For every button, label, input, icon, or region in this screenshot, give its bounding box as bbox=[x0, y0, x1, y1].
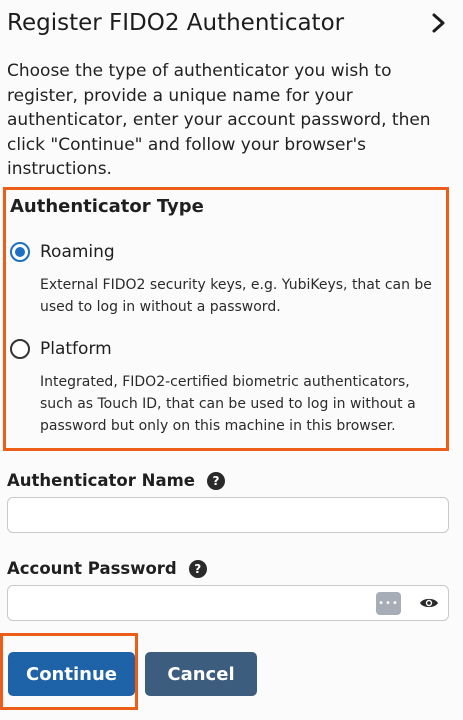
help-icon[interactable]: ? bbox=[206, 471, 225, 490]
section-title: Authenticator Type bbox=[10, 196, 204, 217]
account-password-label: Account Password ? bbox=[7, 559, 207, 578]
cancel-button[interactable]: Cancel bbox=[145, 652, 257, 696]
authenticator-type-section: Authenticator Type Roaming External FIDO… bbox=[3, 187, 449, 451]
chevron-right-icon[interactable] bbox=[427, 12, 449, 34]
platform-description: Integrated, FIDO2-certified biometric au… bbox=[40, 374, 416, 434]
authenticator-name-label: Authenticator Name ? bbox=[7, 471, 225, 490]
radio-label-platform: Platform bbox=[40, 339, 112, 359]
authenticator-name-input[interactable] bbox=[7, 497, 449, 533]
radio-platform[interactable]: Platform bbox=[10, 339, 112, 359]
radio-button[interactable] bbox=[10, 339, 30, 359]
radio-roaming[interactable]: Roaming bbox=[10, 242, 115, 262]
intro-text: Choose the type of authenticator you wis… bbox=[7, 61, 431, 179]
radio-label-roaming: Roaming bbox=[40, 242, 115, 262]
help-icon[interactable]: ? bbox=[188, 559, 207, 578]
page-title: Register FIDO2 Authenticator bbox=[7, 10, 345, 36]
password-manager-icon[interactable]: ••• bbox=[376, 592, 401, 615]
radio-button[interactable] bbox=[10, 242, 30, 262]
continue-button[interactable]: Continue bbox=[8, 652, 135, 696]
page-header: Register FIDO2 Authenticator bbox=[7, 8, 449, 40]
eye-icon[interactable] bbox=[419, 596, 439, 610]
roaming-description: External FIDO2 security keys, e.g. YubiK… bbox=[40, 277, 432, 315]
